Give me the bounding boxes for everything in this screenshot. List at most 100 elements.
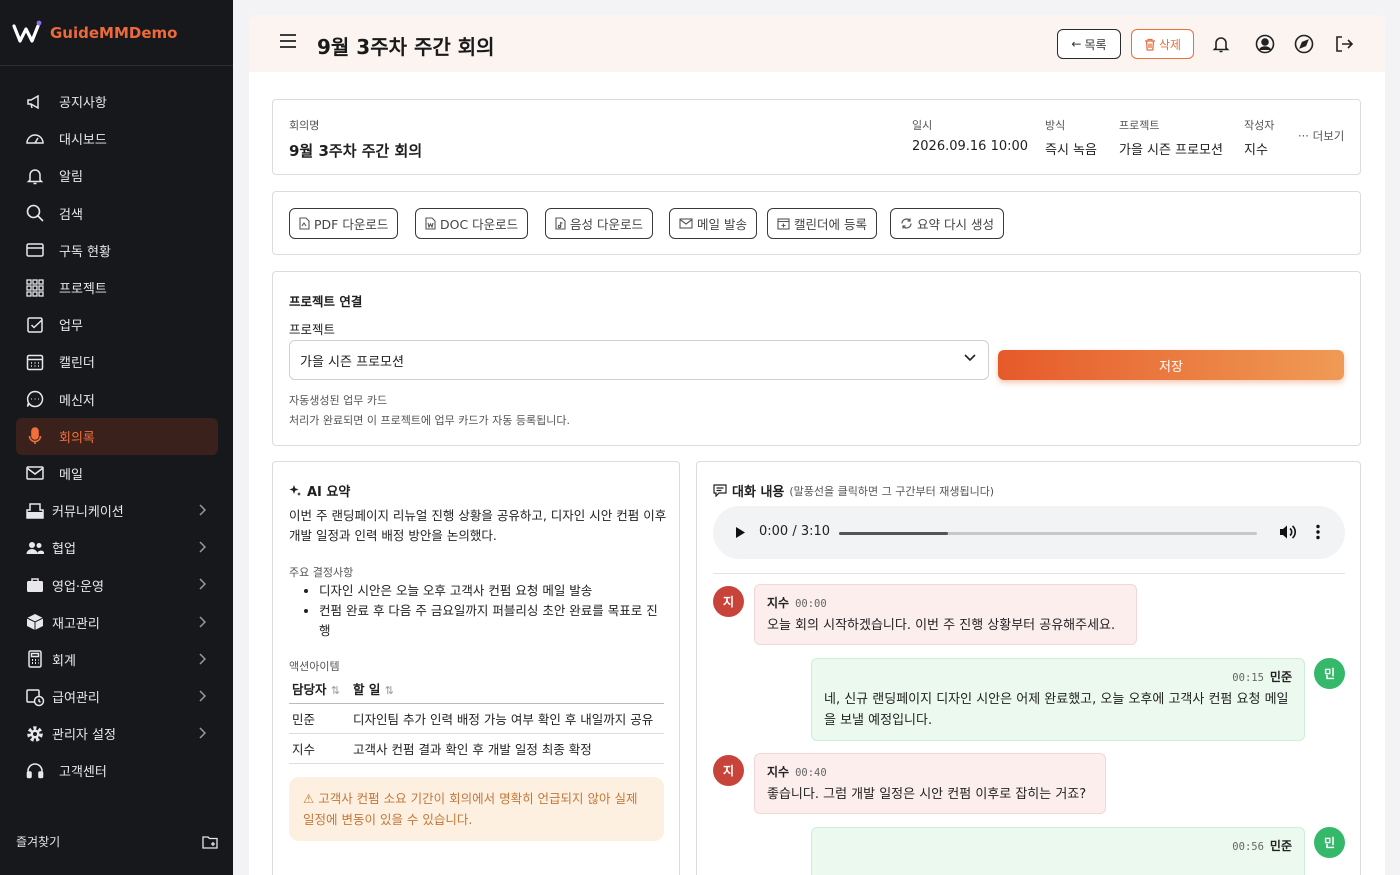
gear-icon xyxy=(24,723,46,745)
speaker-name: 지수 xyxy=(767,596,790,610)
brand-logo-icon xyxy=(12,20,42,43)
chevron-right-icon xyxy=(199,504,206,516)
chevron-right-icon xyxy=(199,541,206,553)
doc-download-label: DOC 다운로드 xyxy=(440,217,519,232)
brand-name: GuideMMDemo xyxy=(50,24,178,42)
sidebar-item-subscription[interactable]: 구독 현황 xyxy=(16,232,218,269)
sidebar-group-admin-settings[interactable]: 관리자 설정 xyxy=(16,715,218,752)
bubble-timestamp: 00:56 xyxy=(1232,841,1264,853)
mail-icon xyxy=(679,218,693,229)
favorites[interactable]: 즐겨찾기 xyxy=(16,833,218,850)
compass-icon[interactable] xyxy=(1294,34,1314,54)
meeting-project-value: 가을 시즌 프로모션 xyxy=(1119,143,1223,158)
megaphone-icon xyxy=(24,91,46,113)
play-icon[interactable] xyxy=(735,526,746,539)
sidebar-item-label: 공지사항 xyxy=(59,96,107,112)
audio-player: 0:00 / 3:10 xyxy=(713,506,1345,559)
meeting-name-field: 회의명 9월 3주차 주간 회의 xyxy=(289,117,422,161)
project-field-label: 프로젝트 xyxy=(289,322,336,337)
task-cell: 고객사 컨펌 결과 확인 후 개발 일정 최종 확정 xyxy=(350,733,664,764)
brand[interactable]: GuideMMDemo xyxy=(12,20,177,46)
pdf-download-button[interactable]: PDF 다운로드 xyxy=(289,208,399,239)
pdf-download-label: PDF 다운로드 xyxy=(314,217,389,232)
transcript-bubble[interactable]: 지수 00:40 좋습니다. 그럼 개발 일정은 시안 컨펌 이후로 잡히는 거죠… xyxy=(754,753,1106,814)
sidebar-group-sales-ops[interactable]: 영업·운영 xyxy=(16,566,218,603)
user-profile-icon[interactable] xyxy=(1255,34,1275,54)
add-to-calendar-button[interactable]: 캘린더에 등록 xyxy=(767,208,877,239)
meeting-project-label: 프로젝트 xyxy=(1119,119,1160,132)
sidebar-item-label: 관리자 설정 xyxy=(52,728,116,744)
send-mail-button[interactable]: 메일 발송 xyxy=(669,208,757,239)
sidebar-item-meeting-notes[interactable]: 회의록 xyxy=(16,417,218,455)
task-column-header[interactable]: 할 일 ⇅ xyxy=(350,675,664,704)
brand-divider xyxy=(0,65,233,66)
table-row: 민준 디자인팀 추가 인력 배정 가능 여부 확인 후 내일까지 공유 xyxy=(289,703,664,734)
sidebar-item-label: 영업·운영 xyxy=(52,579,104,595)
sidebar-group-collaboration[interactable]: 협업 xyxy=(16,529,218,566)
arrow-left-icon: ← xyxy=(1071,37,1082,51)
sidebar-item-projects[interactable]: 프로젝트 xyxy=(16,269,218,306)
delete-button[interactable]: 삭제 xyxy=(1131,29,1194,59)
bubble-text: 오늘 회의 시작하겠습니다. 이번 주 진행 상황부터 공유해주세요. xyxy=(767,618,1116,633)
sidebar-item-label: 검색 xyxy=(59,207,83,223)
transcript-bubble[interactable]: 00:56 민준 xyxy=(811,827,1305,875)
sidebar: GuideMMDemo 공지사항 대시보드 알림 검색 구독 현황 프로젝트 업… xyxy=(0,0,233,875)
sidebar-item-mail[interactable]: 메일 xyxy=(16,455,218,492)
save-button[interactable]: 저장 xyxy=(998,350,1344,380)
more-label: 더보기 xyxy=(1312,129,1345,143)
headset-icon xyxy=(24,760,46,782)
bubble-header: 00:15 민준 xyxy=(824,667,1292,689)
sparkles-icon xyxy=(289,485,301,496)
gauge-icon xyxy=(24,128,46,150)
sidebar-group-communication[interactable]: 커뮤니케이션 xyxy=(16,492,218,529)
logout-icon[interactable] xyxy=(1334,34,1354,54)
sidebar-item-label: 협업 xyxy=(52,542,76,558)
sidebar-group-inventory[interactable]: 재고관리 xyxy=(16,604,218,641)
project-link-card: 프로젝트 연결 프로젝트 가을 시즌 프로모션 저장 자동생성된 업무 카드 처… xyxy=(272,271,1361,446)
chevron-right-icon xyxy=(199,653,206,665)
owner-column-header[interactable]: 담당자 ⇅ xyxy=(289,675,350,704)
sidebar-item-alerts[interactable]: 알림 xyxy=(16,157,218,194)
table-header-row: 담당자 ⇅ 할 일 ⇅ xyxy=(289,675,664,704)
task-cell: 디자인팀 추가 인력 배정 가능 여부 확인 후 내일까지 공유 xyxy=(350,703,664,734)
more-vertical-icon[interactable] xyxy=(1316,524,1320,540)
hamburger-menu-icon[interactable] xyxy=(279,33,297,49)
actions-card: PDF 다운로드 DOC 다운로드 음성 다운로드 메일 발송 캘린더에 등록 … xyxy=(272,191,1361,255)
sidebar-item-search[interactable]: 검색 xyxy=(16,195,218,232)
back-to-list-button[interactable]: ← 목록 xyxy=(1057,29,1121,59)
project-select[interactable]: 가을 시즌 프로모션 xyxy=(289,340,989,380)
bubble-timestamp: 00:15 xyxy=(1232,672,1264,684)
sidebar-item-label: 급여관리 xyxy=(52,691,100,707)
more-button[interactable]: ··· 더보기 xyxy=(1298,128,1344,144)
speaker-avatar: 지 xyxy=(713,755,744,786)
sidebar-item-tasks[interactable]: 업무 xyxy=(16,306,218,343)
payroll-icon xyxy=(24,686,46,708)
sidebar-item-dashboard[interactable]: 대시보드 xyxy=(16,120,218,157)
sidebar-item-messenger[interactable]: 메신저 xyxy=(16,381,218,418)
add-to-calendar-label: 캘린더에 등록 xyxy=(794,217,867,232)
player-progress-fill xyxy=(839,532,948,535)
folder-add-icon[interactable] xyxy=(202,835,218,849)
audio-download-button[interactable]: 음성 다운로드 xyxy=(545,208,653,239)
bubble-header: 지수 00:40 xyxy=(767,762,1093,784)
sidebar-item-calendar[interactable]: 캘린더 xyxy=(16,343,218,380)
transcript-hint: (말풍선을 클릭하면 그 구간부터 재생됩니다) xyxy=(789,484,995,498)
doc-download-button[interactable]: DOC 다운로드 xyxy=(415,208,529,239)
sidebar-group-accounting[interactable]: 회계 xyxy=(16,641,218,678)
send-mail-label: 메일 발송 xyxy=(697,217,747,232)
checkbox-icon xyxy=(24,314,46,336)
transcript-bubble[interactable]: 지수 00:00 오늘 회의 시작하겠습니다. 이번 주 진행 상황부터 공유해주… xyxy=(754,584,1137,645)
player-progress-track[interactable] xyxy=(839,532,1257,535)
volume-icon[interactable] xyxy=(1279,524,1296,540)
regenerate-summary-button[interactable]: 요약 다시 생성 xyxy=(890,208,1004,239)
transcript-card: 대화 내용 (말풍선을 클릭하면 그 구간부터 재생됩니다) 0:00 / 3:… xyxy=(696,461,1361,875)
notification-bell-icon[interactable] xyxy=(1211,34,1231,54)
transcript-bubble[interactable]: 00:15 민준 네, 신규 랜딩페이지 디자인 시안은 어제 완료했고, 오늘 … xyxy=(811,658,1305,741)
sidebar-item-notices[interactable]: 공지사항 xyxy=(16,83,218,120)
sort-icon: ⇅ xyxy=(330,684,341,698)
chat-icon xyxy=(24,388,46,410)
transcript-title: 대화 내용 xyxy=(732,485,785,500)
speaker-avatar: 민 xyxy=(1314,658,1345,689)
sidebar-item-support[interactable]: 고객센터 xyxy=(16,752,218,789)
sidebar-group-payroll[interactable]: 급여관리 xyxy=(16,678,218,715)
